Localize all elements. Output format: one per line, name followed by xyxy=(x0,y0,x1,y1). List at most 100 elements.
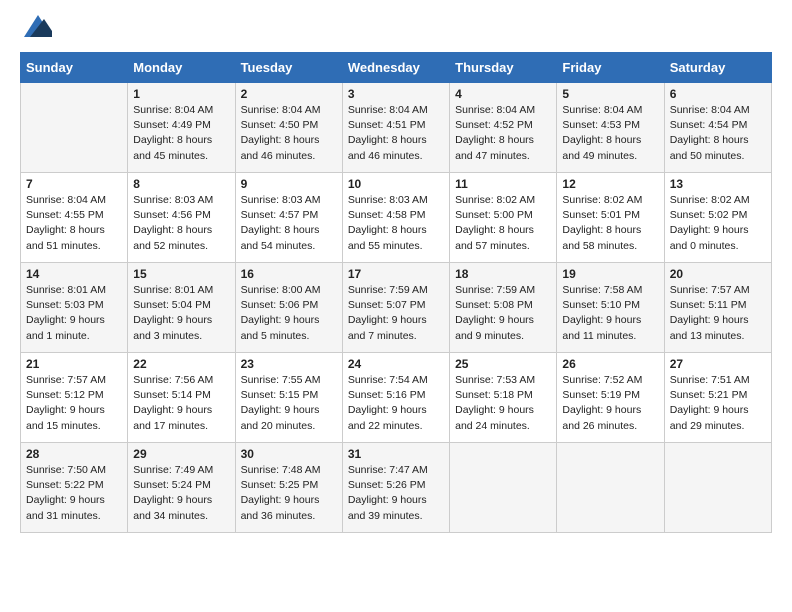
day-number: 1 xyxy=(133,87,229,101)
calendar-week-row: 21Sunrise: 7:57 AM Sunset: 5:12 PM Dayli… xyxy=(21,353,772,443)
day-info: Sunrise: 8:01 AM Sunset: 5:04 PM Dayligh… xyxy=(133,283,229,344)
calendar-table: SundayMondayTuesdayWednesdayThursdayFrid… xyxy=(20,52,772,533)
day-number: 13 xyxy=(670,177,766,191)
day-info: Sunrise: 7:52 AM Sunset: 5:19 PM Dayligh… xyxy=(562,373,658,434)
day-info: Sunrise: 7:50 AM Sunset: 5:22 PM Dayligh… xyxy=(26,463,122,524)
day-number: 17 xyxy=(348,267,444,281)
calendar-cell: 24 Sunrise: 7:54 AM Sunset: 5:16 PM Dayli… xyxy=(342,353,449,443)
calendar-cell: 17 Sunrise: 7:59 AM Sunset: 5:07 PM Dayli… xyxy=(342,263,449,353)
day-info: Sunrise: 8:04 AM Sunset: 4:54 PM Dayligh… xyxy=(670,103,766,164)
day-info: Sunrise: 8:02 AM Sunset: 5:02 PM Dayligh… xyxy=(670,193,766,254)
day-info: Sunrise: 7:54 AM Sunset: 5:16 PM Dayligh… xyxy=(348,373,444,434)
day-info: Sunrise: 7:55 AM Sunset: 5:15 PM Dayligh… xyxy=(241,373,337,434)
calendar-cell: 8 Sunrise: 8:03 AM Sunset: 4:56 PM Daylig… xyxy=(128,173,235,263)
day-info: Sunrise: 8:04 AM Sunset: 4:52 PM Dayligh… xyxy=(455,103,551,164)
day-number: 30 xyxy=(241,447,337,461)
day-number: 6 xyxy=(670,87,766,101)
weekday-header-monday: Monday xyxy=(128,53,235,83)
calendar-cell: 29 Sunrise: 7:49 AM Sunset: 5:24 PM Dayli… xyxy=(128,443,235,533)
calendar-cell: 11Sunrise: 8:02 AM Sunset: 5:00 PM Dayli… xyxy=(450,173,557,263)
day-info: Sunrise: 8:04 AM Sunset: 4:50 PM Dayligh… xyxy=(241,103,337,164)
calendar-cell: 4 Sunrise: 8:04 AM Sunset: 4:52 PM Daylig… xyxy=(450,83,557,173)
calendar-week-row: 7 Sunrise: 8:04 AM Sunset: 4:55 PM Daylig… xyxy=(21,173,772,263)
calendar-cell: 19 Sunrise: 7:58 AM Sunset: 5:10 PM Dayli… xyxy=(557,263,664,353)
day-number: 15 xyxy=(133,267,229,281)
day-info: Sunrise: 8:04 AM Sunset: 4:53 PM Dayligh… xyxy=(562,103,658,164)
day-number: 18 xyxy=(455,267,551,281)
day-info: Sunrise: 8:00 AM Sunset: 5:06 PM Dayligh… xyxy=(241,283,337,344)
day-number: 20 xyxy=(670,267,766,281)
logo-icon xyxy=(24,15,52,37)
day-number: 5 xyxy=(562,87,658,101)
day-info: Sunrise: 8:03 AM Sunset: 4:56 PM Dayligh… xyxy=(133,193,229,254)
day-number: 22 xyxy=(133,357,229,371)
calendar-week-row: 1 Sunrise: 8:04 AM Sunset: 4:49 PM Daylig… xyxy=(21,83,772,173)
day-info: Sunrise: 7:59 AM Sunset: 5:08 PM Dayligh… xyxy=(455,283,551,344)
day-info: Sunrise: 7:59 AM Sunset: 5:07 PM Dayligh… xyxy=(348,283,444,344)
weekday-header-friday: Friday xyxy=(557,53,664,83)
day-number: 10 xyxy=(348,177,444,191)
weekday-header-thursday: Thursday xyxy=(450,53,557,83)
calendar-cell xyxy=(664,443,771,533)
day-info: Sunrise: 8:04 AM Sunset: 4:51 PM Dayligh… xyxy=(348,103,444,164)
calendar-cell: 31 Sunrise: 7:47 AM Sunset: 5:26 PM Dayli… xyxy=(342,443,449,533)
day-number: 14 xyxy=(26,267,122,281)
day-number: 24 xyxy=(348,357,444,371)
weekday-header-row: SundayMondayTuesdayWednesdayThursdayFrid… xyxy=(21,53,772,83)
day-number: 12 xyxy=(562,177,658,191)
day-number: 16 xyxy=(241,267,337,281)
calendar-week-row: 28Sunrise: 7:50 AM Sunset: 5:22 PM Dayli… xyxy=(21,443,772,533)
day-info: Sunrise: 8:02 AM Sunset: 5:00 PM Dayligh… xyxy=(455,193,551,254)
day-info: Sunrise: 7:48 AM Sunset: 5:25 PM Dayligh… xyxy=(241,463,337,524)
day-number: 27 xyxy=(670,357,766,371)
day-number: 7 xyxy=(26,177,122,191)
calendar-cell: 22 Sunrise: 7:56 AM Sunset: 5:14 PM Dayli… xyxy=(128,353,235,443)
day-info: Sunrise: 8:02 AM Sunset: 5:01 PM Dayligh… xyxy=(562,193,658,254)
calendar-cell: 5 Sunrise: 8:04 AM Sunset: 4:53 PM Daylig… xyxy=(557,83,664,173)
weekday-header-sunday: Sunday xyxy=(21,53,128,83)
weekday-header-saturday: Saturday xyxy=(664,53,771,83)
day-number: 29 xyxy=(133,447,229,461)
calendar-cell: 6 Sunrise: 8:04 AM Sunset: 4:54 PM Daylig… xyxy=(664,83,771,173)
calendar-cell: 12 Sunrise: 8:02 AM Sunset: 5:01 PM Dayli… xyxy=(557,173,664,263)
calendar-cell: 30 Sunrise: 7:48 AM Sunset: 5:25 PM Dayli… xyxy=(235,443,342,533)
calendar-cell: 18 Sunrise: 7:59 AM Sunset: 5:08 PM Dayli… xyxy=(450,263,557,353)
calendar-cell: 21Sunrise: 7:57 AM Sunset: 5:12 PM Dayli… xyxy=(21,353,128,443)
day-info: Sunrise: 8:04 AM Sunset: 4:49 PM Dayligh… xyxy=(133,103,229,164)
day-info: Sunrise: 7:49 AM Sunset: 5:24 PM Dayligh… xyxy=(133,463,229,524)
day-info: Sunrise: 7:58 AM Sunset: 5:10 PM Dayligh… xyxy=(562,283,658,344)
calendar-cell: 20Sunrise: 7:57 AM Sunset: 5:11 PM Dayli… xyxy=(664,263,771,353)
page-header xyxy=(20,20,772,42)
day-info: Sunrise: 7:51 AM Sunset: 5:21 PM Dayligh… xyxy=(670,373,766,434)
day-number: 4 xyxy=(455,87,551,101)
day-info: Sunrise: 7:53 AM Sunset: 5:18 PM Dayligh… xyxy=(455,373,551,434)
day-info: Sunrise: 8:01 AM Sunset: 5:03 PM Dayligh… xyxy=(26,283,122,344)
calendar-cell: 2 Sunrise: 8:04 AM Sunset: 4:50 PM Daylig… xyxy=(235,83,342,173)
day-number: 31 xyxy=(348,447,444,461)
day-number: 19 xyxy=(562,267,658,281)
calendar-cell: 15 Sunrise: 8:01 AM Sunset: 5:04 PM Dayli… xyxy=(128,263,235,353)
day-number: 9 xyxy=(241,177,337,191)
calendar-cell: 10 Sunrise: 8:03 AM Sunset: 4:58 PM Dayli… xyxy=(342,173,449,263)
calendar-cell: 26Sunrise: 7:52 AM Sunset: 5:19 PM Dayli… xyxy=(557,353,664,443)
weekday-header-tuesday: Tuesday xyxy=(235,53,342,83)
calendar-cell xyxy=(450,443,557,533)
calendar-cell: 7 Sunrise: 8:04 AM Sunset: 4:55 PM Daylig… xyxy=(21,173,128,263)
calendar-cell: 27 Sunrise: 7:51 AM Sunset: 5:21 PM Dayli… xyxy=(664,353,771,443)
calendar-cell xyxy=(557,443,664,533)
calendar-cell: 3 Sunrise: 8:04 AM Sunset: 4:51 PM Daylig… xyxy=(342,83,449,173)
calendar-cell: 16 Sunrise: 8:00 AM Sunset: 5:06 PM Dayli… xyxy=(235,263,342,353)
day-info: Sunrise: 8:03 AM Sunset: 4:58 PM Dayligh… xyxy=(348,193,444,254)
day-number: 2 xyxy=(241,87,337,101)
day-info: Sunrise: 7:56 AM Sunset: 5:14 PM Dayligh… xyxy=(133,373,229,434)
day-info: Sunrise: 8:04 AM Sunset: 4:55 PM Dayligh… xyxy=(26,193,122,254)
day-info: Sunrise: 7:57 AM Sunset: 5:12 PM Dayligh… xyxy=(26,373,122,434)
weekday-header-wednesday: Wednesday xyxy=(342,53,449,83)
calendar-cell: 23Sunrise: 7:55 AM Sunset: 5:15 PM Dayli… xyxy=(235,353,342,443)
calendar-cell: 1 Sunrise: 8:04 AM Sunset: 4:49 PM Daylig… xyxy=(128,83,235,173)
day-number: 3 xyxy=(348,87,444,101)
day-info: Sunrise: 7:47 AM Sunset: 5:26 PM Dayligh… xyxy=(348,463,444,524)
day-number: 8 xyxy=(133,177,229,191)
logo xyxy=(20,20,52,42)
calendar-cell: 28Sunrise: 7:50 AM Sunset: 5:22 PM Dayli… xyxy=(21,443,128,533)
